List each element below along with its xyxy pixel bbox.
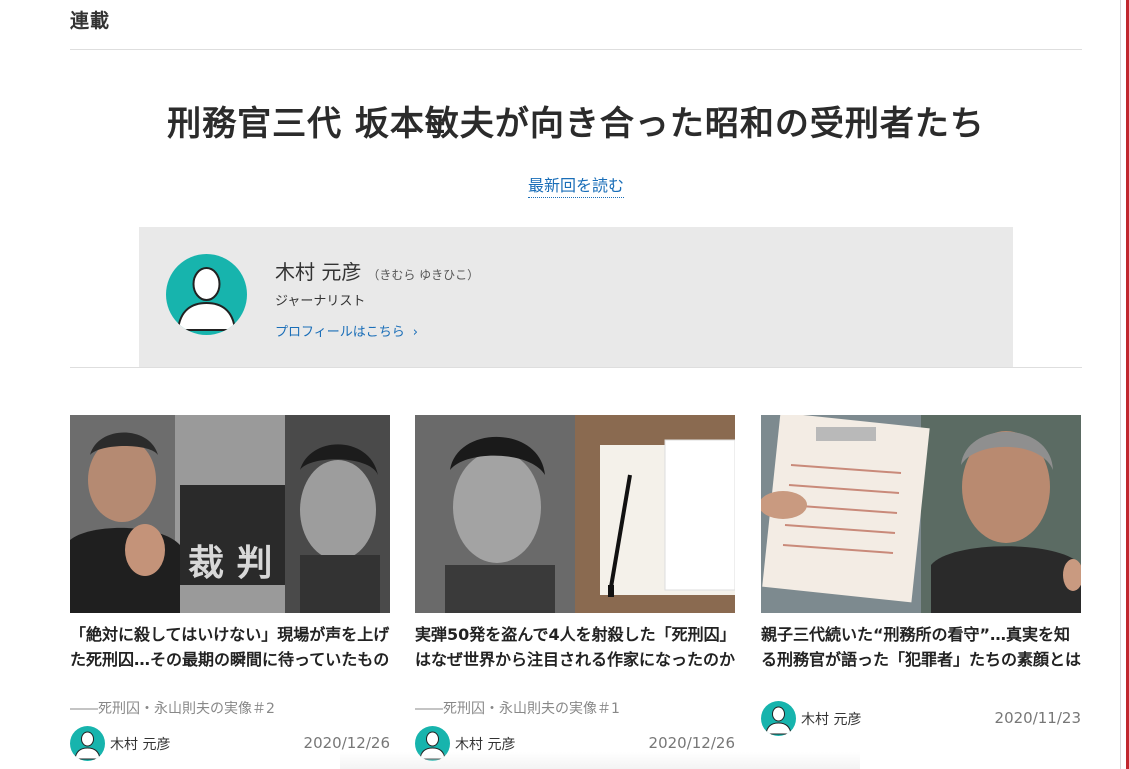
article-author[interactable]: 木村 元彦 (801, 709, 861, 729)
article-date: 2020/11/23 (994, 709, 1081, 727)
article-author[interactable]: 木村 元彦 (110, 734, 170, 754)
author-name[interactable]: 木村 元彦 (275, 260, 361, 284)
chevron-right-icon: › (412, 325, 418, 340)
article-thumbnail[interactable] (415, 415, 735, 613)
divider (70, 367, 1082, 368)
article-title[interactable]: 「絶対に殺してはいけない」現場が声を上げた死刑囚…その最期の瞬間に待っていたもの (70, 622, 390, 697)
article-card[interactable]: 実弾50発を盗んで4人を射殺した「死刑囚」はなぜ世界から注目される作家になったの… (415, 415, 735, 762)
section-label: 連載 (70, 10, 111, 32)
page: 連載 刑務官三代 坂本敏夫が向き合った昭和の受刑者たち 最新回を読む 木村 元彦… (0, 0, 1129, 769)
article-date: 2020/12/26 (648, 734, 735, 752)
article-subtitle: ――死刑囚・永山則夫の実像＃1 (415, 701, 620, 717)
article-title[interactable]: 親子三代続いた“刑務所の看守”…真実を知る刑務官が語った「犯罪者」たちの素顔とは (761, 622, 1081, 697)
article-subtitle: ――死刑囚・永山則夫の実像＃2 (70, 701, 275, 717)
author-name-row: 木村 元彦 （きむら ゆきひこ） (275, 256, 479, 285)
latest-episode-link[interactable]: 最新回を読む (527, 176, 624, 198)
author-role: ジャーナリスト (275, 294, 366, 309)
article-date: 2020/12/26 (303, 734, 390, 752)
article-card[interactable]: 裁 判 「絶対に殺してはいけない」現場が声を上げた死刑囚…その最期の瞬間に待って… (70, 415, 390, 762)
series-title: 刑務官三代 坂本敏夫が向き合った昭和の受刑者たち (167, 104, 985, 144)
svg-text:裁 判: 裁 判 (188, 543, 273, 584)
person-silhouette-icon[interactable] (761, 701, 796, 736)
latest-episode-link-wrapper: 最新回を読む (70, 172, 1082, 198)
article-meta: 木村 元彦 2020/11/23 (761, 701, 1081, 737)
scrollbar-track[interactable] (1120, 0, 1121, 769)
author-box: 木村 元彦 （きむら ゆきひこ） ジャーナリスト プロフィールはこちら › (139, 227, 1013, 367)
divider (70, 49, 1082, 50)
bottom-fade (340, 752, 860, 769)
article-card[interactable]: 親子三代続いた“刑務所の看守”…真実を知る刑務官が語った「犯罪者」たちの素顔とは… (761, 415, 1081, 737)
author-profile-link[interactable]: プロフィールはこちら › (275, 321, 418, 340)
person-silhouette-icon[interactable] (70, 726, 105, 761)
article-author[interactable]: 木村 元彦 (455, 734, 515, 754)
article-title[interactable]: 実弾50発を盗んで4人を射殺した「死刑囚」はなぜ世界から注目される作家になったの… (415, 622, 735, 697)
author-profile-label: プロフィールはこちら (275, 325, 405, 340)
person-silhouette-icon[interactable] (166, 254, 247, 335)
article-thumbnail[interactable] (761, 415, 1081, 613)
author-kana: （きむら ゆきひこ） (367, 268, 480, 282)
article-thumbnail[interactable]: 裁 判 (70, 415, 390, 613)
